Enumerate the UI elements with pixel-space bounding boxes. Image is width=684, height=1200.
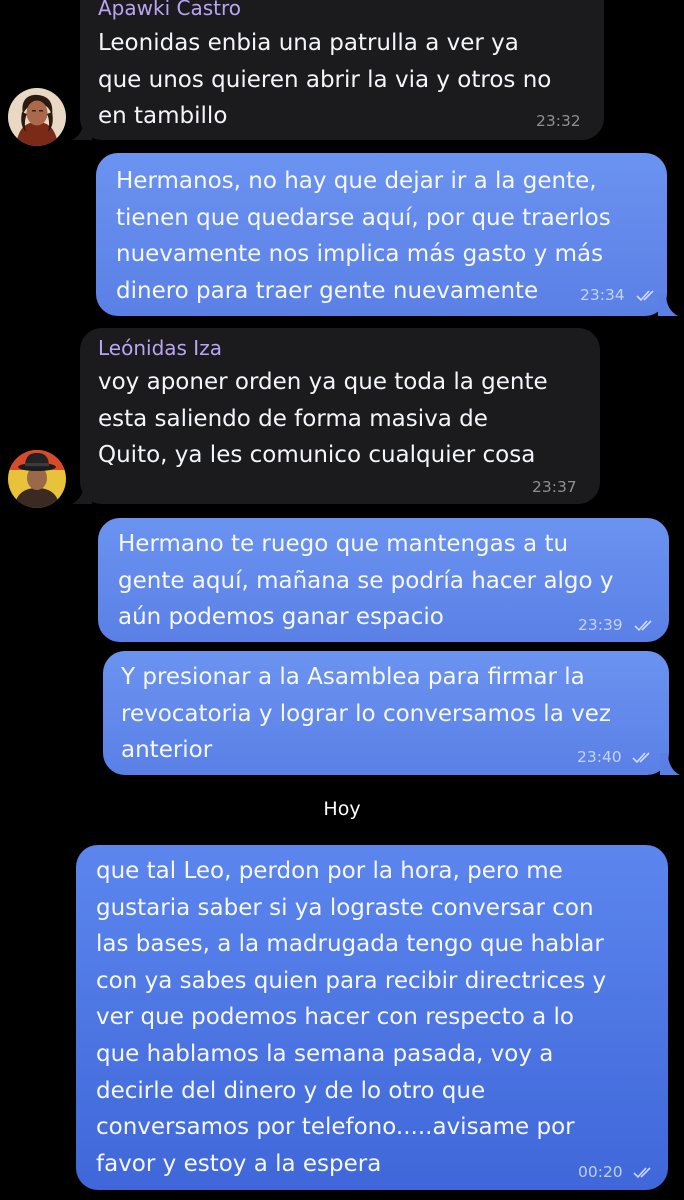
message-time: 23:37: [532, 478, 577, 496]
sender-name[interactable]: Leónidas Iza: [98, 336, 222, 360]
avatar-image: [8, 88, 66, 146]
avatar-leonidas-iza[interactable]: [8, 450, 66, 508]
read-receipt-icon: [636, 290, 654, 302]
read-receipt-icon: [634, 620, 652, 632]
bubble-tail: [72, 482, 92, 504]
avatar-apawki-castro[interactable]: [8, 88, 66, 146]
message-time: 23:34: [580, 286, 625, 304]
message-text: Hermanos, no hay que dejar ir a la gente…: [116, 168, 611, 304]
message-bubble-outgoing[interactable]: Y presionar a la Asamblea para firmar la…: [103, 651, 669, 775]
read-receipt-icon: [632, 752, 650, 764]
avatar-image: [8, 450, 66, 508]
message-text: Y presionar a la Asamblea para firmar la…: [121, 664, 611, 763]
message-bubble-incoming[interactable]: Leónidas Iza voy aponer orden ya que tod…: [80, 328, 600, 504]
message-time: 00:20: [578, 1163, 623, 1181]
message-bubble-outgoing[interactable]: Hermanos, no hay que dejar ir a la gente…: [96, 153, 667, 316]
message-time: 23:40: [577, 748, 622, 766]
date-separator: Hoy: [323, 798, 361, 820]
bubble-tail: [72, 118, 92, 140]
read-receipt-icon: [633, 1167, 651, 1179]
message-bubble-outgoing[interactable]: Hermano te ruego que mantengas a tu gent…: [98, 518, 669, 642]
bubble-tail: [660, 753, 680, 775]
message-time: 23:32: [536, 112, 581, 130]
message-time: 23:39: [578, 616, 623, 634]
message-text: que tal Leo, perdon por la hora, pero me…: [96, 858, 607, 1177]
message-text: Leonidas enbia una patrulla a ver ya que…: [98, 30, 552, 129]
message-text: Hermano te ruego que mantengas a tu gent…: [118, 531, 614, 630]
sender-name[interactable]: Apawki Castro: [98, 0, 241, 20]
message-bubble-outgoing[interactable]: que tal Leo, perdon por la hora, pero me…: [76, 845, 668, 1190]
bubble-tail: [658, 294, 678, 316]
message-bubble-incoming[interactable]: Apawki Castro Leonidas enbia una patrull…: [80, 0, 604, 140]
message-text: voy aponer orden ya que toda la gente es…: [98, 369, 548, 468]
